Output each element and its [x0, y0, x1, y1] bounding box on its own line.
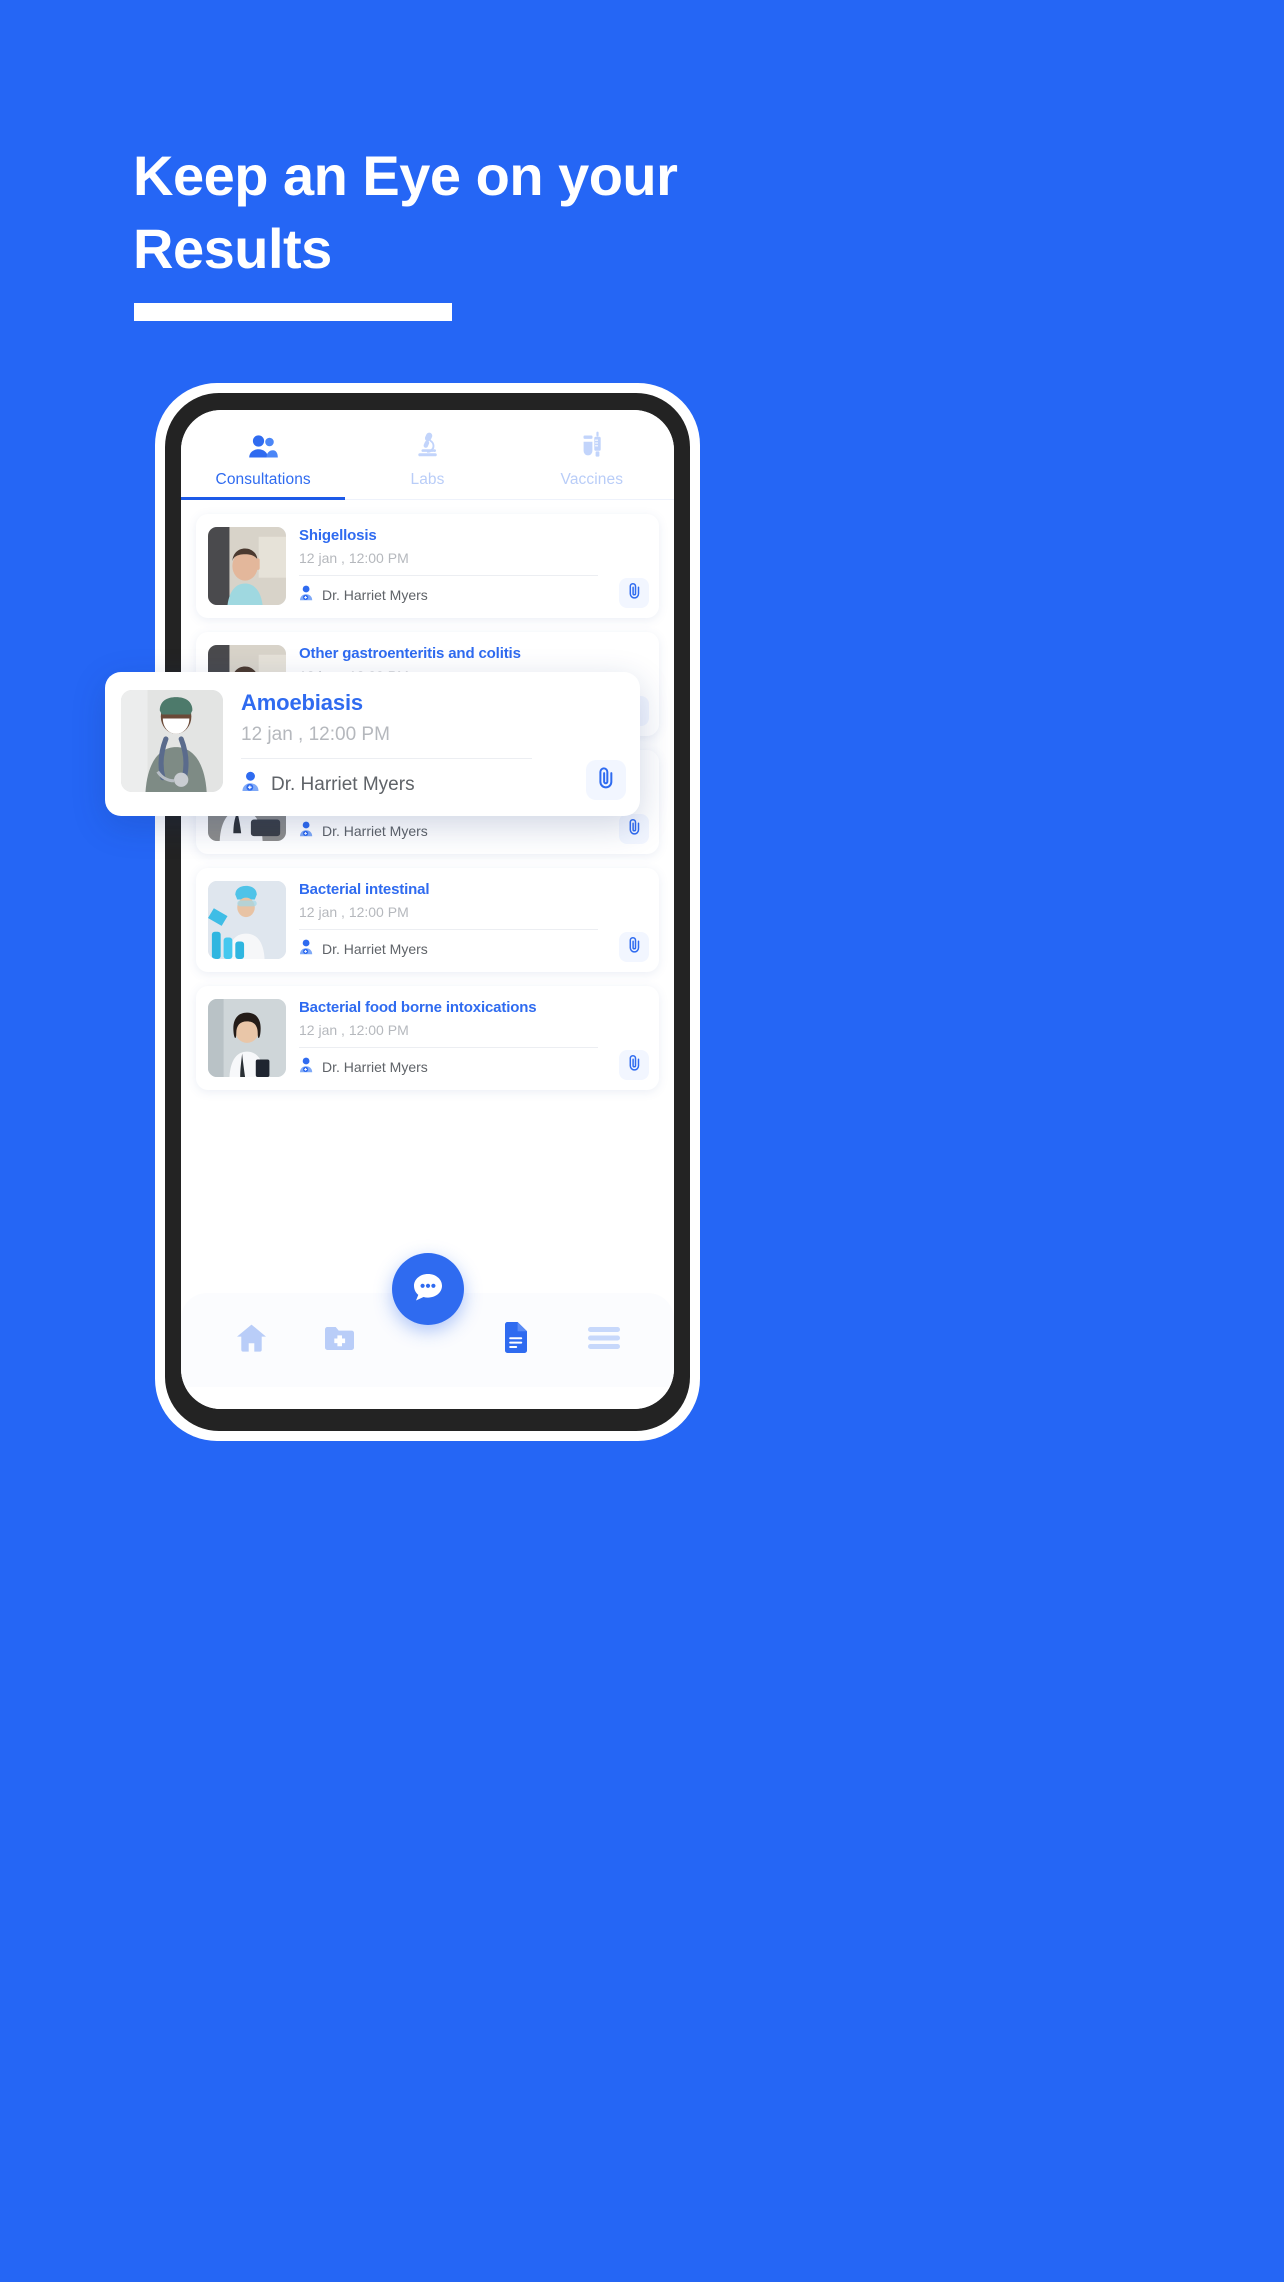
consultation-list[interactable]: Shigellosis 12 jan , 12:00 PM Dr. Harrie…: [181, 500, 674, 1293]
doctor-avatar-icon: [299, 585, 314, 604]
nav-item-home[interactable]: [207, 1322, 295, 1358]
phone-screen: Consultations Labs Vaccines Shigellosis …: [181, 410, 674, 1409]
nav-item-documents[interactable]: [472, 1321, 560, 1359]
consultation-title: Bacterial intestinal: [299, 881, 430, 898]
consultation-thumbnail: [121, 690, 223, 792]
tab-labs-label: Labs: [410, 471, 445, 488]
paperclip-icon: [627, 936, 642, 958]
title-underline-rule: [134, 303, 452, 321]
nav-item-menu[interactable]: [560, 1325, 648, 1356]
phone-mockup: Consultations Labs Vaccines Shigellosis …: [155, 383, 700, 1441]
consultation-title: Shigellosis: [299, 527, 377, 544]
consultation-date: 12 jan , 12:00 PM: [299, 550, 409, 566]
consultation-title: Amoebiasis: [241, 690, 363, 715]
doctor-name: Dr. Harriet Myers: [322, 1058, 428, 1075]
consultation-thumbnail: [208, 527, 286, 605]
list-item[interactable]: Shigellosis 12 jan , 12:00 PM Dr. Harrie…: [196, 514, 659, 618]
hamburger-menu-icon: [587, 1325, 621, 1356]
consultation-date: 12 jan , 12:00 PM: [299, 1022, 409, 1038]
chat-fab-button[interactable]: [391, 1253, 464, 1325]
consultation-doctor: Dr. Harriet Myers: [299, 585, 647, 604]
people-icon: [248, 426, 278, 460]
consultation-title: Bacterial food borne intoxications: [299, 999, 537, 1016]
syringe-icon: [578, 426, 606, 460]
page-title-line-1: Keep an Eye on your: [133, 144, 678, 207]
paperclip-icon: [627, 1054, 642, 1076]
microscope-icon: [412, 426, 442, 460]
tab-bar: Consultations Labs Vaccines: [181, 410, 674, 500]
attachment-button[interactable]: [619, 578, 649, 608]
consultation-doctor: Dr. Harriet Myers: [299, 1057, 647, 1076]
consultation-details: Shigellosis 12 jan , 12:00 PM Dr. Harrie…: [286, 527, 647, 604]
divider: [241, 758, 533, 759]
consultation-doctor: Dr. Harriet Myers: [241, 771, 624, 798]
consultation-details: Bacterial food borne intoxications 12 ja…: [286, 999, 647, 1076]
doctor-avatar-icon: [299, 939, 314, 958]
nav-item-records[interactable]: [295, 1323, 383, 1357]
attachment-button[interactable]: [619, 932, 649, 962]
consultation-title: Other gastroenteritis and colitis: [299, 645, 521, 662]
doctor-name: Dr. Harriet Myers: [322, 940, 428, 957]
list-item[interactable]: Bacterial intestinal 12 jan , 12:00 PM D…: [196, 868, 659, 972]
document-icon: [502, 1321, 530, 1359]
doctor-avatar-icon: [241, 771, 261, 798]
doctor-avatar-icon: [299, 1057, 314, 1076]
attachment-button[interactable]: [586, 760, 626, 800]
divider: [299, 575, 599, 576]
doctor-name: Dr. Harriet Myers: [322, 822, 428, 839]
consultation-thumbnail: [208, 881, 286, 959]
home-icon: [235, 1322, 268, 1358]
paperclip-icon: [596, 766, 616, 794]
paperclip-icon: [627, 818, 642, 840]
consultation-details: Amoebiasis 12 jan , 12:00 PM Dr. Harriet…: [223, 690, 624, 798]
consultation-doctor: Dr. Harriet Myers: [299, 821, 647, 840]
folder-medical-icon: [323, 1323, 356, 1357]
divider: [299, 929, 599, 930]
page-title: Keep an Eye on your Results: [133, 140, 893, 286]
tab-vaccines[interactable]: Vaccines: [510, 426, 674, 499]
consultation-doctor: Dr. Harriet Myers: [299, 939, 647, 958]
doctor-name: Dr. Harriet Myers: [322, 586, 428, 603]
divider: [299, 1047, 599, 1048]
doctor-name: Dr. Harriet Myers: [271, 773, 415, 795]
attachment-button[interactable]: [619, 814, 649, 844]
tab-consultations[interactable]: Consultations: [181, 426, 346, 500]
highlighted-consultation-card[interactable]: Amoebiasis 12 jan , 12:00 PM Dr. Harriet…: [105, 672, 640, 816]
bottom-navigation-bar: [181, 1253, 674, 1387]
chat-bubble-icon: [411, 1271, 445, 1308]
doctor-avatar-icon: [299, 821, 314, 840]
consultation-date: 12 jan , 12:00 PM: [241, 724, 390, 745]
consultation-thumbnail: [208, 999, 286, 1077]
consultation-date: 12 jan , 12:00 PM: [299, 904, 409, 920]
consultation-details: Bacterial intestinal 12 jan , 12:00 PM D…: [286, 881, 647, 958]
page-title-line-2: Results: [133, 216, 332, 280]
screen-bottom-padding: [181, 1387, 674, 1409]
tab-vaccines-label: Vaccines: [560, 471, 624, 488]
phone-bezel: Consultations Labs Vaccines Shigellosis …: [165, 393, 690, 1431]
paperclip-icon: [627, 582, 642, 604]
list-item[interactable]: Bacterial food borne intoxications 12 ja…: [196, 986, 659, 1090]
tab-consultations-label: Consultations: [215, 471, 311, 488]
tab-labs[interactable]: Labs: [345, 426, 509, 499]
attachment-button[interactable]: [619, 1050, 649, 1080]
